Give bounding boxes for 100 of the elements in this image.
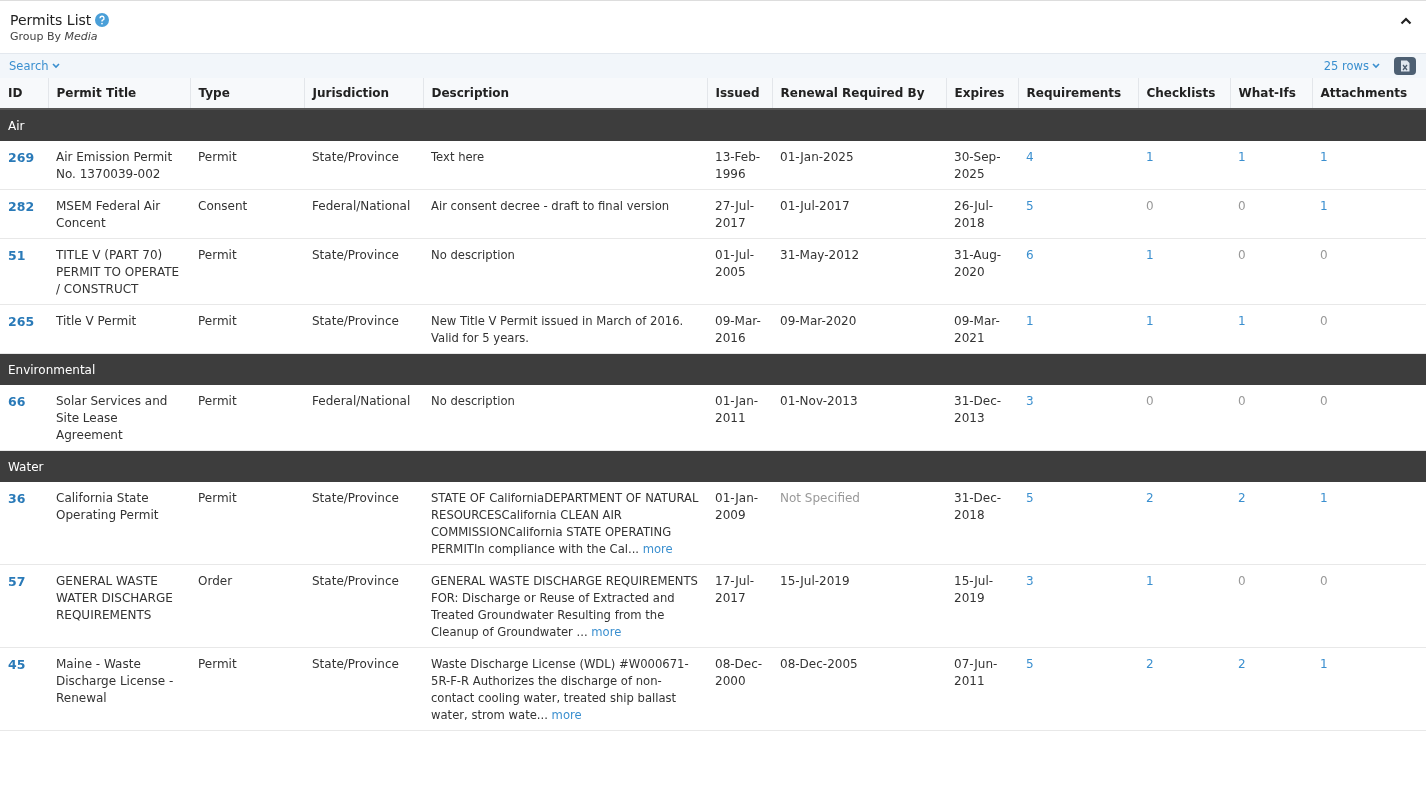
issued-date: 08-Dec-2000 (715, 657, 763, 688)
description-text: Text here (431, 150, 485, 164)
issued-date: 01-Jul-2005 (715, 248, 755, 279)
permit-id-link[interactable]: 51 (8, 248, 26, 263)
count-text: 0 (1238, 574, 1246, 588)
count-link[interactable]: 3 (1026, 394, 1034, 408)
count-link[interactable]: 5 (1026, 491, 1034, 505)
permit-id-link[interactable]: 36 (8, 491, 26, 506)
permit-title: Title V Permit (56, 314, 137, 328)
issued-date: 01-Jan-2009 (715, 491, 759, 522)
permit-title: Maine - Waste Discharge License - Renewal (56, 657, 174, 705)
description-text: GENERAL WASTE DISCHARGE REQUIREMENTS FOR: Discharge or Reuse of Extracted and Treated Groundwater Resulting from the Cleanup of Groundwater ... more (431, 574, 698, 639)
expires-date: 09-Mar-2021 (954, 314, 1000, 345)
renewal-date: 01-Nov-2013 (780, 394, 858, 408)
panel-title: Permits List (10, 12, 92, 28)
group-header-row: Environmental (0, 353, 1426, 385)
permit-title: MSEM Federal Air Concent (56, 199, 161, 230)
permit-id-link[interactable]: 45 (8, 657, 26, 672)
chevron-down-icon (1372, 63, 1380, 69)
description-text: Waste Discharge License (WDL) #W000671-5R-F-R Authorizes the discharge of non-contact cooling water, treated ship ballast water, strom wate... more (431, 657, 689, 722)
permit-id-link[interactable]: 57 (8, 574, 26, 589)
count-link[interactable]: 1 (1146, 150, 1154, 164)
column-header[interactable]: What-Ifs (1230, 78, 1312, 109)
permit-title: Solar Services and Site Lease Agreement (56, 394, 168, 442)
count-link[interactable]: 1 (1146, 574, 1154, 588)
column-header[interactable]: Type (190, 78, 304, 109)
spreadsheet-icon (1400, 60, 1410, 72)
export-button[interactable] (1394, 57, 1416, 75)
count-link[interactable]: 1 (1320, 150, 1328, 164)
description-text: No description (431, 248, 515, 262)
count-link[interactable]: 5 (1026, 657, 1034, 671)
description-text: No description (431, 394, 515, 408)
column-header[interactable]: Renewal Required By (772, 78, 946, 109)
column-header[interactable]: Description (423, 78, 707, 109)
count-text: 0 (1146, 199, 1154, 213)
count-link[interactable]: 1 (1026, 314, 1034, 328)
column-header[interactable]: Jurisdiction (304, 78, 423, 109)
column-header[interactable]: Expires (946, 78, 1018, 109)
renewal-date: 01-Jan-2025 (780, 150, 854, 164)
permit-type: Permit (198, 657, 237, 671)
more-link[interactable]: more (642, 542, 673, 556)
column-header[interactable]: Checklists (1138, 78, 1230, 109)
permit-type: Permit (198, 150, 237, 164)
permit-type: Permit (198, 248, 237, 262)
expires-date: 07-Jun-2011 (954, 657, 998, 688)
group-by-label: Group By Media (10, 30, 99, 43)
count-link[interactable]: 1 (1320, 657, 1328, 671)
count-link[interactable]: 1 (1238, 314, 1246, 328)
count-link[interactable]: 2 (1238, 657, 1246, 671)
issued-date: 13-Feb-1996 (715, 150, 761, 181)
count-text: 0 (1320, 394, 1328, 408)
count-link[interactable]: 1 (1238, 150, 1246, 164)
permit-id-link[interactable]: 265 (8, 314, 35, 329)
expires-date: 31-Dec-2013 (954, 394, 1002, 425)
group-header-row: Water (0, 450, 1426, 482)
permit-id-link[interactable]: 269 (8, 150, 35, 165)
expires-date: 31-Dec-2018 (954, 491, 1002, 522)
column-header[interactable]: Attachments (1312, 78, 1426, 109)
column-header[interactable]: ID (0, 78, 48, 109)
count-text: 0 (1320, 574, 1328, 588)
issued-date: 01-Jan-2011 (715, 394, 759, 425)
count-text: 0 (1320, 248, 1328, 262)
count-link[interactable]: 1 (1320, 199, 1328, 213)
column-header[interactable]: Requirements (1018, 78, 1138, 109)
count-link[interactable]: 2 (1146, 491, 1154, 505)
collapse-icon[interactable] (1400, 17, 1412, 25)
renewal-date: Not Specified (780, 491, 860, 505)
description-text: STATE OF CaliforniaDEPARTMENT OF NATURAL RESOURCESCalifornia CLEAN AIR COMMISSIONCalifornia STATE OPERATING PERMITIn compliance with the Cal... more (431, 491, 699, 556)
permit-type: Permit (198, 491, 237, 505)
permit-id-link[interactable]: 66 (8, 394, 26, 409)
more-link[interactable]: more (591, 625, 622, 639)
count-link[interactable]: 6 (1026, 248, 1034, 262)
column-header[interactable]: Permit Title (48, 78, 190, 109)
count-link[interactable]: 4 (1026, 150, 1034, 164)
permit-type: Order (198, 574, 233, 588)
jurisdiction-text: State/Province (312, 574, 399, 588)
count-link[interactable]: 2 (1146, 657, 1154, 671)
rows-per-page-dropdown[interactable]: 25 rows (1323, 59, 1380, 73)
expires-date: 30-Sep-2025 (954, 150, 1001, 181)
count-text: 0 (1238, 248, 1246, 262)
count-link[interactable]: 5 (1026, 199, 1034, 213)
description-text: New Title V Permit issued in March of 2016. Valid for 5 years. (431, 314, 684, 345)
search-toggle[interactable]: Search (9, 59, 60, 73)
expires-date: 31-Aug-2020 (954, 248, 1002, 279)
issued-date: 09-Mar-2016 (715, 314, 761, 345)
expires-date: 26-Jul-2018 (954, 199, 994, 230)
count-link[interactable]: 3 (1026, 574, 1034, 588)
renewal-date: 31-May-2012 (780, 248, 860, 262)
count-link[interactable]: 1 (1146, 314, 1154, 328)
permit-id-link[interactable]: 282 (8, 199, 35, 214)
issued-date: 27-Jul-2017 (715, 199, 755, 230)
help-icon[interactable] (95, 13, 110, 27)
count-link[interactable]: 1 (1320, 491, 1328, 505)
count-text: 0 (1320, 314, 1328, 328)
renewal-date: 09-Mar-2020 (780, 314, 857, 328)
column-header[interactable]: Issued (707, 78, 772, 109)
more-link[interactable]: more (551, 708, 582, 722)
count-link[interactable]: 1 (1146, 248, 1154, 262)
description-text: Air consent decree - draft to final version (431, 199, 670, 213)
count-link[interactable]: 2 (1238, 491, 1246, 505)
